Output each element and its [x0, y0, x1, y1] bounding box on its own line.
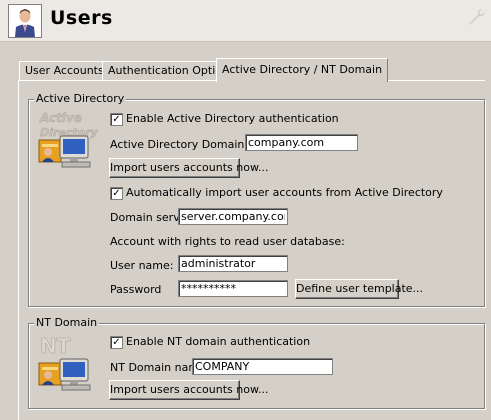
user-name-label: User name:	[110, 259, 174, 272]
user-avatar-icon	[8, 4, 42, 38]
checkmark-icon: ✓	[112, 188, 121, 199]
enable-ad-auth-checkbox[interactable]: ✓	[110, 113, 123, 126]
svg-text:NT: NT	[40, 334, 71, 358]
page-header: Users	[0, 0, 491, 42]
svg-text:Active: Active	[39, 111, 82, 125]
enable-nt-auth-checkbox[interactable]: ✓	[110, 336, 123, 349]
nt-domain-name-input[interactable]	[192, 358, 333, 375]
password-input[interactable]	[178, 280, 288, 297]
active-directory-group-label: Active Directory	[34, 92, 127, 105]
nt-domain-group-label: NT Domain	[34, 316, 100, 329]
page-title: Users	[50, 7, 113, 29]
tab-active-directory-nt-domain[interactable]: Active Directory / NT Domain	[216, 58, 389, 82]
enable-nt-auth-label: Enable NT domain authentication	[126, 335, 311, 348]
nt-domain-icon: NT	[38, 334, 91, 391]
account-rights-label: Account with rights to read user databas…	[110, 235, 345, 248]
ad-import-users-button[interactable]: Import users accounts now...	[109, 158, 268, 178]
password-label: Password	[110, 283, 162, 296]
user-name-input[interactable]	[178, 255, 288, 272]
define-user-template-button[interactable]: Define user template...	[295, 279, 423, 299]
ad-domain-name-input[interactable]	[245, 134, 358, 151]
wrench-icon	[469, 9, 485, 25]
checkmark-icon: ✓	[112, 114, 121, 125]
checkmark-icon: ✓	[112, 337, 121, 348]
nt-import-users-button[interactable]: Import users accounts now...	[109, 380, 268, 400]
auto-import-label: Automatically import user accounts from …	[126, 186, 443, 199]
tab-user-accounts[interactable]: User Accounts	[19, 61, 110, 80]
domain-server-input[interactable]	[178, 208, 288, 225]
active-directory-icon: Active Directory	[38, 111, 99, 168]
auto-import-checkbox[interactable]: ✓	[110, 187, 123, 200]
enable-ad-auth-label: Enable Active Directory authentication	[126, 112, 339, 125]
